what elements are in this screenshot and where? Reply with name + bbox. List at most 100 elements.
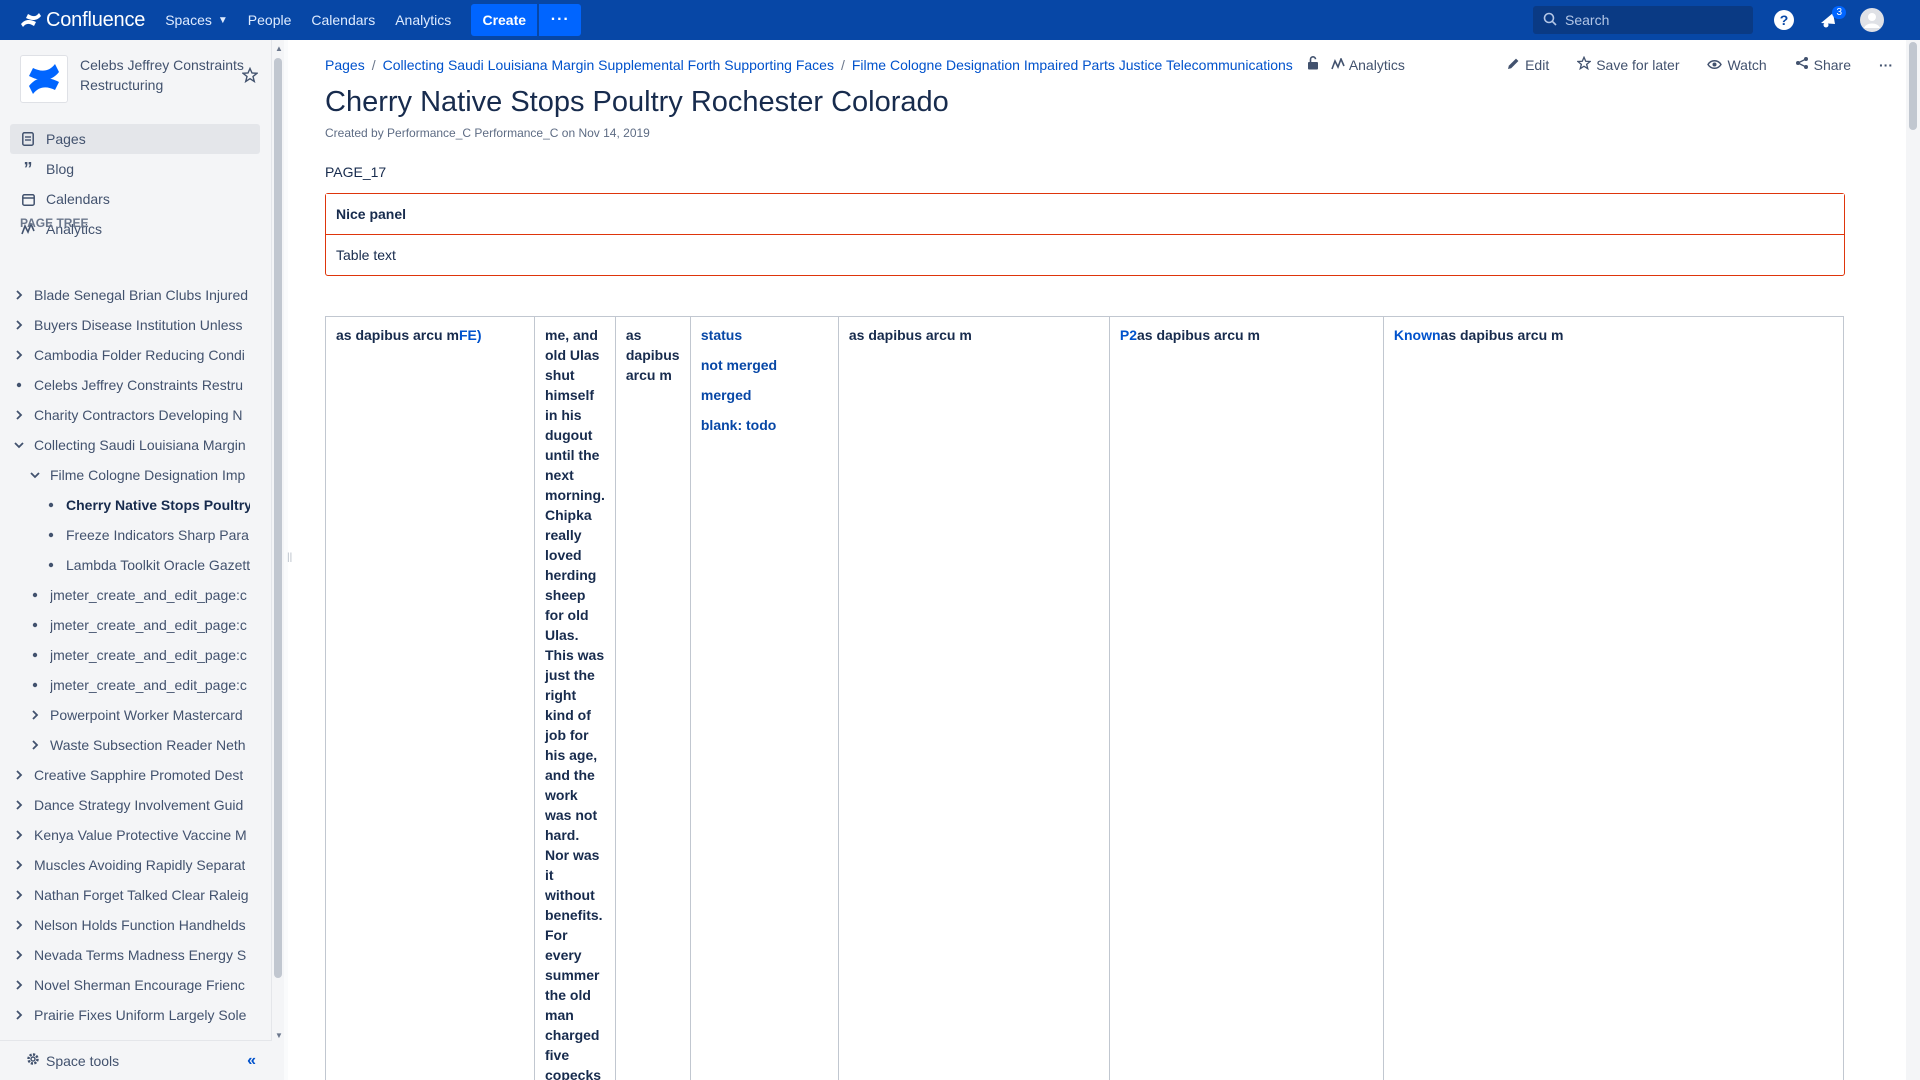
page-tree-item[interactable]: Kenya Value Protective Vaccine M <box>12 820 250 850</box>
nav-spaces-label: Spaces <box>165 12 212 28</box>
page-tree-item-label: Muscles Avoiding Rapidly Separat <box>34 857 246 873</box>
space-logo-icon <box>29 64 59 94</box>
chevron-right-icon[interactable] <box>12 950 26 960</box>
table-cell-link-text: FE) <box>458 327 482 343</box>
sidebar-item-calendars[interactable]: Calendars <box>10 184 260 214</box>
page-tree-item[interactable]: Prairie Fixes Uniform Largely Sole <box>12 1000 250 1030</box>
scroll-down-icon[interactable]: ▼ <box>275 1031 283 1040</box>
sidebar-item-blog[interactable]: ” Blog <box>10 154 260 184</box>
page-tree-item[interactable]: Nathan Forget Talked Clear Raleig <box>12 880 250 910</box>
save-for-later-button[interactable]: Save for later <box>1576 55 1680 73</box>
star-icon[interactable] <box>241 66 259 86</box>
watch-button[interactable]: Watch <box>1707 57 1767 73</box>
breadcrumb-parent[interactable]: Collecting Saudi Louisiana Margin Supple… <box>383 57 834 73</box>
chevron-right-icon[interactable] <box>12 920 26 930</box>
scroll-up-icon[interactable]: ▲ <box>275 44 283 53</box>
page-tree-item[interactable]: Creative Sapphire Promoted Dest <box>12 760 250 790</box>
page-tree-item-label: Lambda Toolkit Oracle Gazett <box>66 557 250 573</box>
page-tree-item[interactable]: Nelson Holds Function Handhelds <box>12 910 250 940</box>
create-button[interactable]: Create <box>471 4 538 36</box>
breadcrumb-current-parent[interactable]: Filme Cologne Designation Impaired Parts… <box>852 57 1293 73</box>
chevron-right-icon[interactable] <box>12 800 26 810</box>
page-tree-item[interactable]: Nevada Terms Madness Energy S <box>12 940 250 970</box>
edit-button[interactable]: Edit <box>1507 57 1549 73</box>
chevron-right-icon[interactable] <box>12 830 26 840</box>
page-tree-item-label: jmeter_create_and_edit_page:c <box>50 677 247 693</box>
sidebar-item-pages[interactable]: Pages <box>10 124 260 154</box>
sidebar-footer: Space tools « <box>0 1040 272 1080</box>
chevron-right-icon[interactable] <box>12 320 26 330</box>
chevron-right-icon[interactable] <box>12 980 26 990</box>
chevron-down-icon[interactable] <box>28 471 42 479</box>
page-tree-item-label: Powerpoint Worker Mastercard <box>50 707 243 723</box>
page-analytics-link[interactable]: Analytics <box>1331 56 1405 73</box>
page-tree-item[interactable]: Muscles Avoiding Rapidly Separat <box>12 850 250 880</box>
page-tree-item[interactable]: Lambda Toolkit Oracle Gazett <box>12 550 250 580</box>
bullet-icon <box>28 592 42 598</box>
create-more-button[interactable]: ··· <box>539 4 582 36</box>
page-tree-item[interactable]: Celebs Jeffrey Constraints Restru <box>12 370 250 400</box>
status-list: status not merged merged blank: todo <box>701 325 828 435</box>
breadcrumb-pages[interactable]: Pages <box>325 57 365 73</box>
more-actions-button[interactable]: ··· <box>1879 57 1893 73</box>
page-tree-item[interactable]: jmeter_create_and_edit_page:c <box>12 580 250 610</box>
share-button[interactable]: Share <box>1795 56 1851 73</box>
table-cell-link-text: P2 <box>1119 327 1137 343</box>
space-logo[interactable] <box>20 55 68 103</box>
page-tree-item[interactable]: Collecting Saudi Louisiana Margin <box>12 430 250 460</box>
chevron-right-icon[interactable] <box>12 290 26 300</box>
space-name[interactable]: Celebs Jeffrey Constraints Restructuring <box>80 55 250 105</box>
nav-analytics[interactable]: Analytics <box>395 12 451 28</box>
page-tree-item[interactable]: Cherry Native Stops Poultry <box>12 490 250 520</box>
chevron-right-icon[interactable] <box>12 1010 26 1020</box>
product-name: Confluence <box>46 8 146 31</box>
table-cell: me, and old Ulas shut himself in his dug… <box>534 316 616 1080</box>
chevron-right-icon[interactable] <box>12 890 26 900</box>
space-header: Celebs Jeffrey Constraints Restructuring <box>20 55 260 105</box>
page-tree-item[interactable]: Powerpoint Worker Mastercard <box>12 700 250 730</box>
chevron-right-icon[interactable] <box>12 860 26 870</box>
confluence-logo[interactable]: Confluence <box>20 9 145 32</box>
nav-calendars[interactable]: Calendars <box>311 12 375 28</box>
chevron-right-icon[interactable] <box>28 710 42 720</box>
chevron-right-icon[interactable] <box>12 410 26 420</box>
space-tools-button[interactable]: Space tools <box>20 1052 119 1069</box>
user-avatar-icon[interactable] <box>1860 8 1884 32</box>
sidebar-scroll-thumb[interactable] <box>274 58 282 978</box>
page-tree-item[interactable]: jmeter_create_and_edit_page:c <box>12 670 250 700</box>
help-icon[interactable]: ? <box>1772 8 1796 32</box>
calendar-icon <box>20 193 36 206</box>
nav-spaces[interactable]: Spaces ▼ <box>165 12 228 28</box>
page-tree-item[interactable]: Waste Subsection Reader Neth <box>12 730 250 760</box>
main-scrollbar[interactable] <box>1906 40 1920 1080</box>
main-scroll-thumb[interactable] <box>1909 42 1917 130</box>
unlock-restrictions-icon[interactable] <box>1307 56 1319 73</box>
nav-people[interactable]: People <box>248 12 292 28</box>
page-tree-item[interactable]: Novel Sherman Encourage Frienc <box>12 970 250 1000</box>
page-tree-item-label: Dance Strategy Involvement Guid <box>34 797 244 813</box>
page-tree-item[interactable]: Buyers Disease Institution Unless <box>12 310 250 340</box>
chevron-right-icon[interactable] <box>12 770 26 780</box>
bullet-icon <box>44 502 58 508</box>
search-input[interactable]: Search <box>1533 6 1753 34</box>
page-tree-item[interactable]: Blade Senegal Brian Clubs Injured <box>12 280 250 310</box>
notifications-icon[interactable]: 3 <box>1816 6 1846 32</box>
page-tree-item[interactable]: Filme Cologne Designation Imp <box>12 460 250 490</box>
page-tree-item[interactable]: jmeter_create_and_edit_page:c <box>12 610 250 640</box>
collapse-sidebar-icon[interactable]: « <box>247 1052 256 1070</box>
chevron-right-icon[interactable] <box>28 740 42 750</box>
sidebar-scrollbar[interactable]: ▲ ▼ <box>272 40 284 1080</box>
page-tree-item-label: Novel Sherman Encourage Frienc <box>34 977 245 993</box>
page-tree-item[interactable]: Freeze Indicators Sharp Para <box>12 520 250 550</box>
table-row: as dapibus arcu mFE) me, and old Ulas sh… <box>325 316 1844 1080</box>
page-tree-item[interactable]: Charity Contractors Developing N <box>12 400 250 430</box>
save-for-later-label: Save for later <box>1596 56 1680 73</box>
chevron-right-icon[interactable] <box>12 350 26 360</box>
page-label-text: PAGE_17 <box>325 164 387 180</box>
chevron-down-icon[interactable] <box>12 441 26 449</box>
page-tree-item[interactable]: Dance Strategy Involvement Guid <box>12 790 250 820</box>
page-tree-item[interactable]: jmeter_create_and_edit_page:c <box>12 640 250 670</box>
status-not-merged: not merged <box>700 357 778 373</box>
page-tree-item[interactable]: Cambodia Folder Reducing Condi <box>12 340 250 370</box>
blog-quote-icon: ” <box>23 159 33 179</box>
